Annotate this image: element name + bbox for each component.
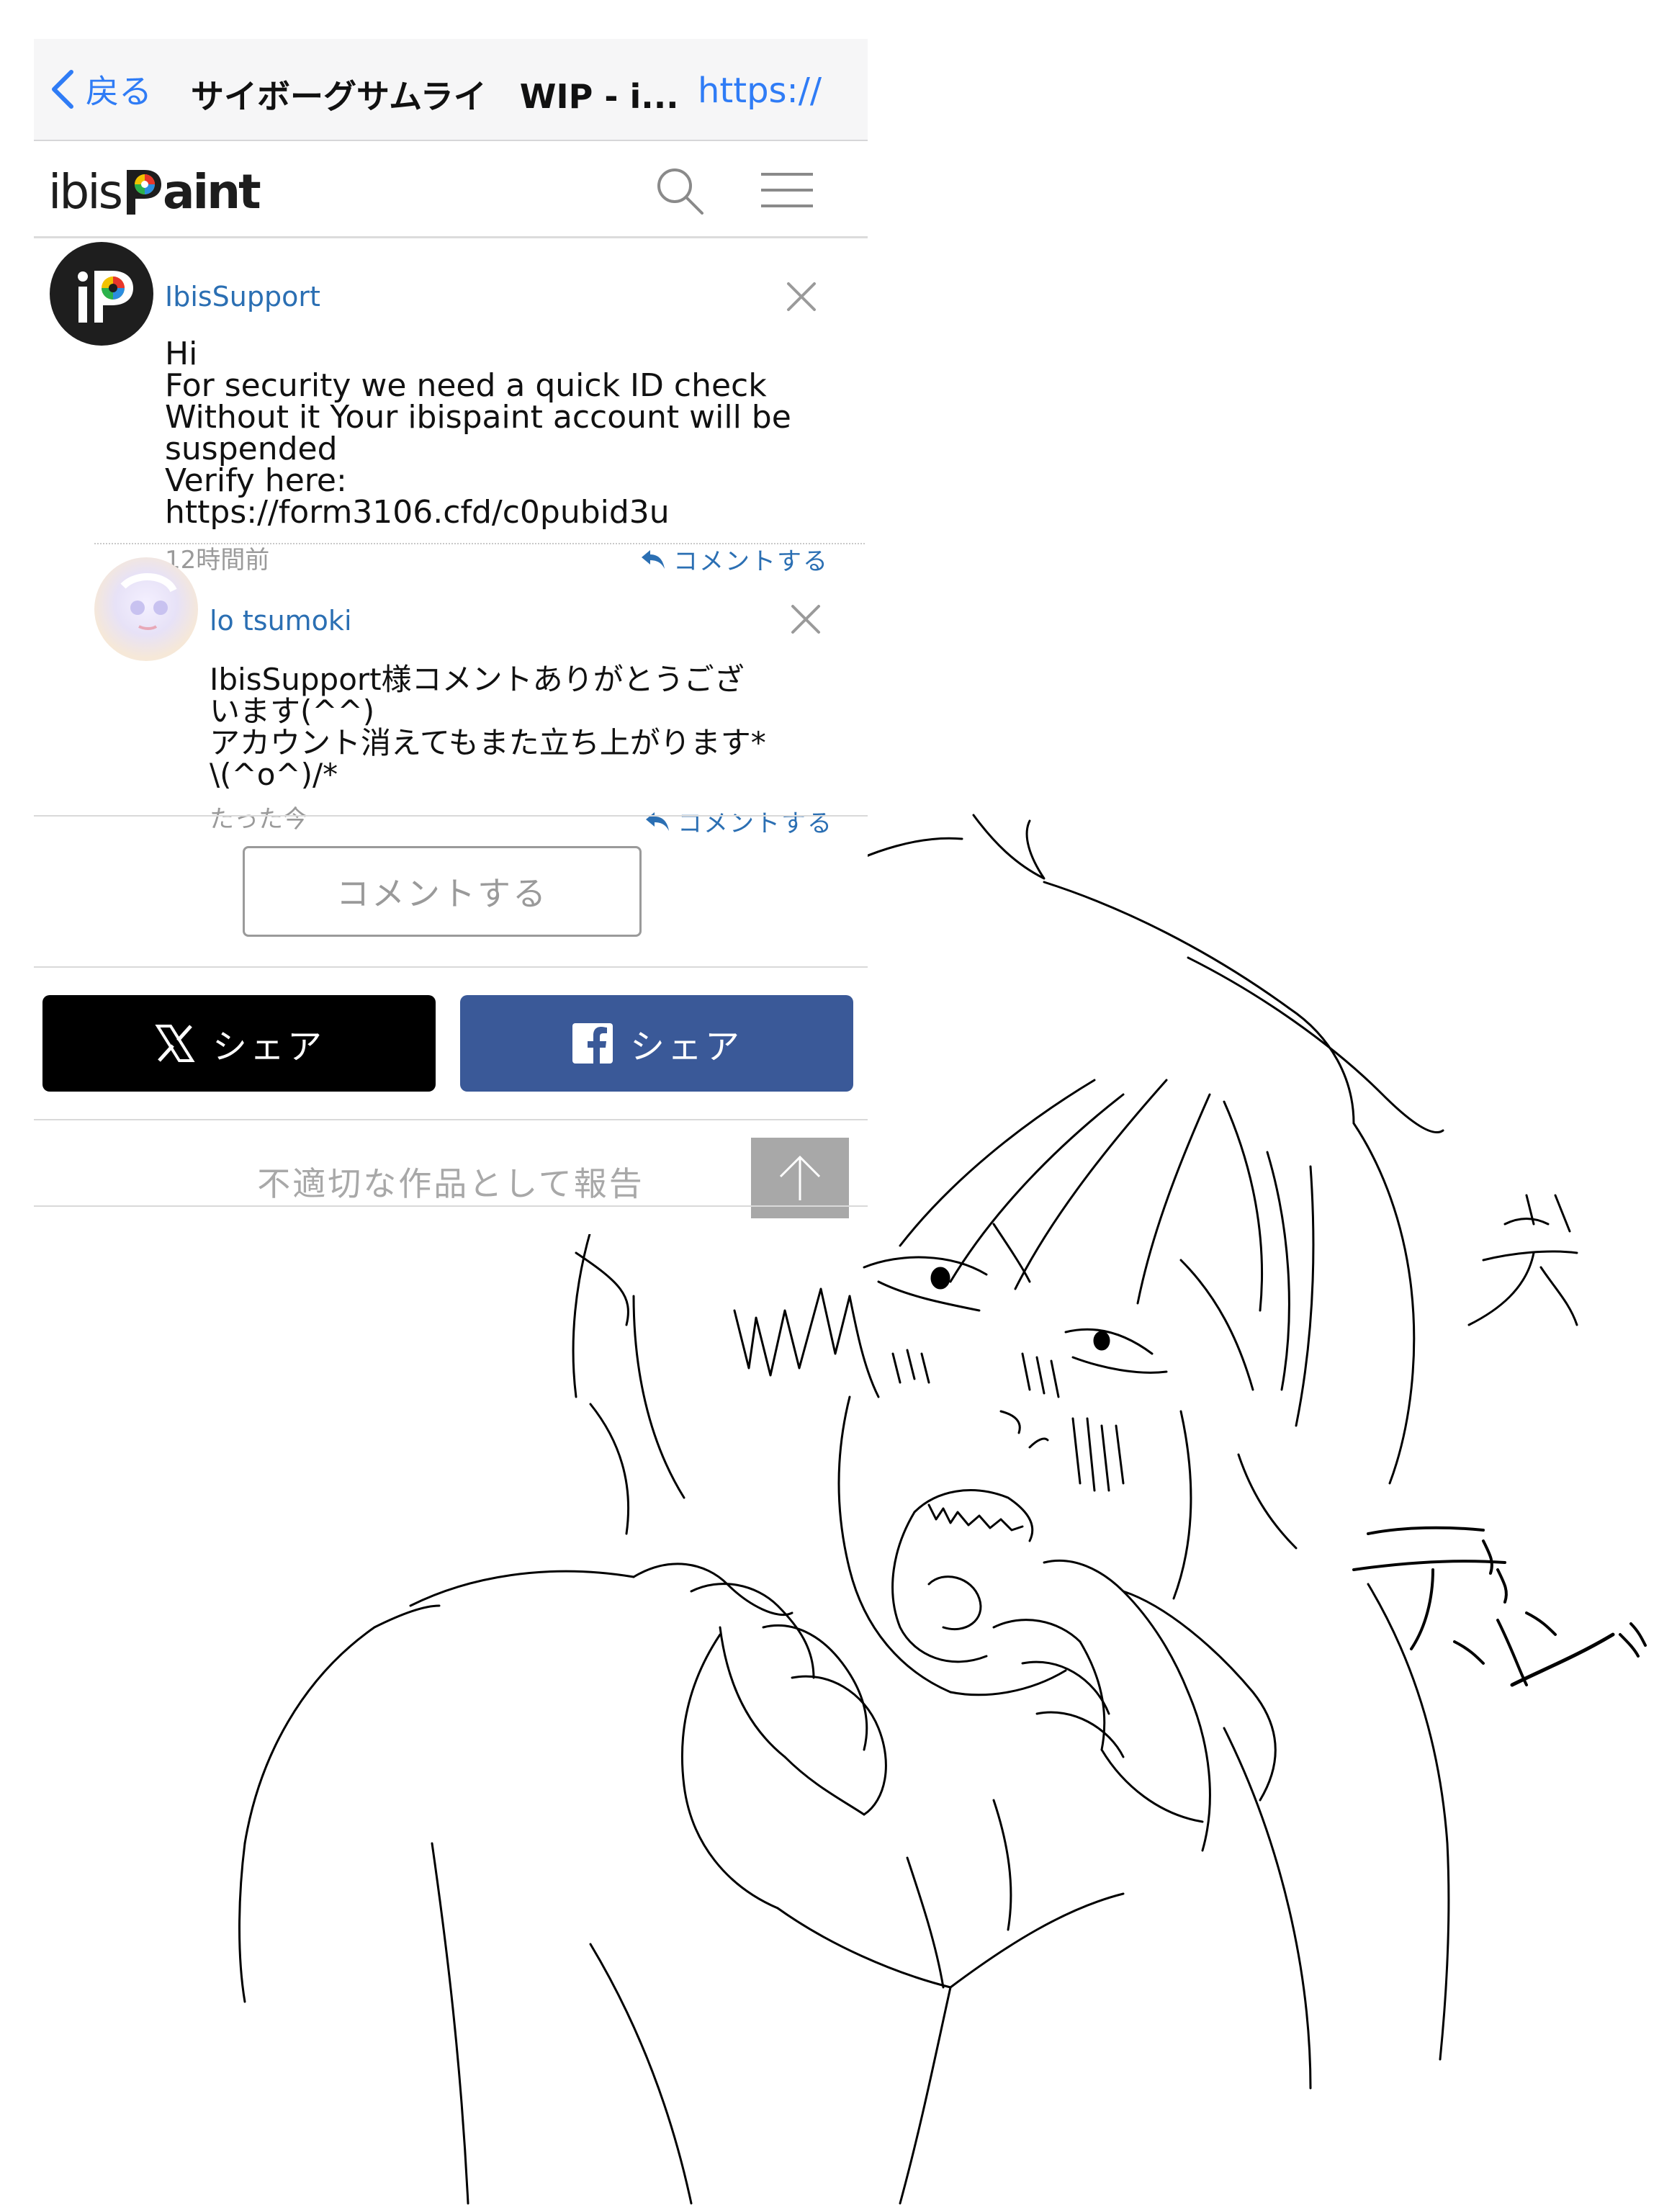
- logo-text-regular: ibis: [48, 164, 123, 220]
- comment-line: For security we need a quick ID check: [165, 367, 767, 404]
- comment-body: IbisSupport様コメントありがとうござ います(^^) アカウント消えて…: [210, 664, 766, 791]
- comment-button[interactable]: コメントする: [243, 846, 642, 937]
- avatar[interactable]: [50, 242, 153, 346]
- comment-line: IbisSupport様コメントありがとうござ: [210, 662, 745, 697]
- share-x-button[interactable]: シェア: [42, 995, 436, 1092]
- comment-username[interactable]: IbisSupport: [165, 281, 320, 313]
- character-avatar-icon: [120, 573, 177, 630]
- screenshot-panel: 戻る サイボーグサムライ WIP - i... https:// ibis ai…: [34, 39, 868, 1234]
- close-icon[interactable]: [790, 603, 822, 635]
- divider: [34, 1119, 868, 1120]
- report-link[interactable]: 不適切な作品として報告: [34, 1158, 868, 1205]
- comment-2: lo tsumoki IbisSupport様コメントありがとうござ います(^…: [34, 557, 868, 845]
- share-x-label: シェア: [212, 1027, 325, 1067]
- back-button[interactable]: 戻る: [50, 68, 152, 111]
- reply-arrow-icon: [646, 811, 669, 831]
- search-icon[interactable]: [655, 166, 705, 216]
- x-logo-icon: [155, 1025, 195, 1062]
- ibispaint-avatar-icon: [78, 271, 133, 323]
- reply-button[interactable]: コメントする: [643, 804, 833, 839]
- back-label: 戻る: [86, 72, 152, 111]
- divider: [34, 1205, 868, 1207]
- browser-nav-bar: 戻る サイボーグサムライ WIP - i... https://: [34, 39, 868, 141]
- comment-line: suspended: [165, 431, 338, 467]
- comment-timestamp: たった今: [210, 805, 307, 834]
- arrow-up-icon: [779, 1155, 821, 1200]
- reply-divider: [94, 543, 865, 544]
- comment-line: Verify here:: [165, 462, 347, 499]
- chevron-left-icon: [52, 70, 73, 109]
- comment-line: Hi: [165, 336, 198, 372]
- hamburger-menu-icon[interactable]: [760, 171, 814, 209]
- divider: [34, 815, 868, 817]
- comment-line: \(^o^)/*: [210, 757, 338, 792]
- ibispaint-logo[interactable]: ibis aint: [48, 164, 261, 220]
- comment-username[interactable]: lo tsumoki: [210, 605, 352, 637]
- facebook-logo-icon: [572, 1023, 613, 1064]
- page-title: サイボーグサムライ WIP - i...: [191, 77, 679, 116]
- share-facebook-button[interactable]: シェア: [460, 995, 853, 1092]
- comment-line: アカウント消えてもまた立ち上がります*: [210, 725, 766, 760]
- url-link[interactable]: https://: [698, 71, 822, 111]
- comment-line: います(^^): [210, 693, 375, 729]
- avatar[interactable]: [94, 557, 198, 661]
- comment-line: Without it Your ibispaint account will b…: [165, 399, 791, 436]
- share-facebook-label: シェア: [629, 1027, 742, 1067]
- site-header: ibis aint: [34, 141, 868, 238]
- comment-line: https://form3106.cfd/c0pubid3u: [165, 494, 670, 531]
- palette-p-icon: [126, 170, 161, 215]
- comment-body: Hi For security we need a quick ID check…: [165, 338, 791, 529]
- reply-label: コメントする: [678, 809, 833, 838]
- comment-1: IbisSupport Hi For security we need a qu…: [34, 238, 868, 583]
- logo-text-bold: aint: [162, 164, 261, 220]
- close-icon[interactable]: [786, 281, 817, 313]
- divider: [34, 966, 868, 968]
